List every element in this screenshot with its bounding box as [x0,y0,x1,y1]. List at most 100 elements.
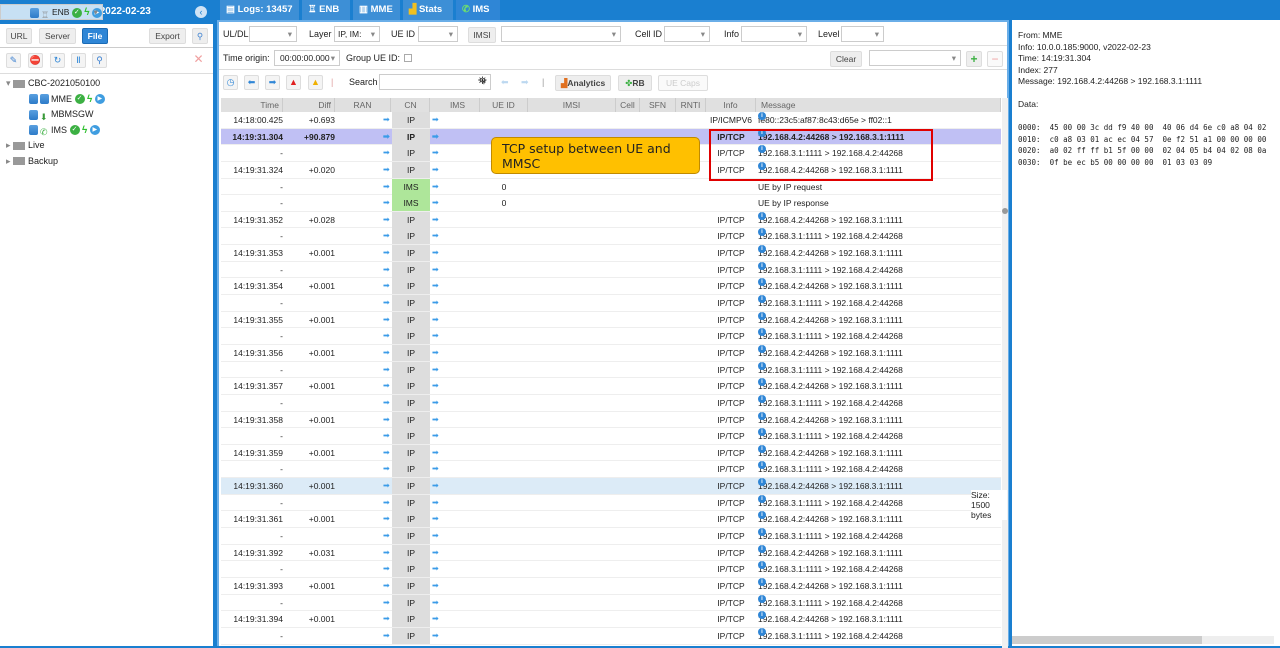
delete-icon[interactable]: ✕ [191,53,206,68]
tab-logs[interactable]: ▤ Logs: 13457 [220,0,299,20]
arrow-icon: ➡ [383,331,390,341]
table-row[interactable]: - ➡ IP ➡ IP/TCP i 192.168.3.1:1111 > 192.168.4… [221,261,1001,279]
table-row[interactable]: 14:19:31.394 +0.001 ➡ IP ➡ IP/TCP i 192.168.4.2… [221,611,1001,628]
wrench-icon[interactable]: ✎ [6,53,21,68]
play-icon[interactable]: ▶ [94,94,105,105]
horizontal-scrollbar[interactable] [1012,636,1274,644]
tree-node-live[interactable]: ▸ Live [0,138,213,154]
export-button[interactable]: Export [149,28,186,44]
url-button[interactable]: URL [6,28,32,44]
group-ue-id-checkbox[interactable] [404,54,412,62]
column-header-imsi[interactable]: IMSI [528,98,616,112]
search-input[interactable] [379,74,491,90]
ueid-select[interactable] [418,26,458,42]
table-row[interactable]: - ➡ IP ➡ IP/TCP i 192.168.3.1:1111 > 192.168.4… [221,528,1001,545]
column-header-ims[interactable]: IMS [436,98,480,112]
table-row[interactable]: 14:19:31.354 +0.001 ➡ IP ➡ IP/TCP i 192.168.4.2… [221,278,1001,296]
time-origin-input[interactable]: 00:00:00.000 [274,50,340,66]
pause-icon[interactable]: Ⅱ [71,53,86,68]
ue-caps-button[interactable]: UE Caps [658,75,708,91]
clock-icon[interactable]: ◷ [223,75,238,90]
arrow-left-icon[interactable]: ⬅ [244,75,259,90]
table-row[interactable]: - ➡ IMS ➡ 0 UE by IP response [221,195,1001,212]
tab-mme[interactable]: ▥ MME [353,0,400,20]
message-text: 192.168.3.1:1111 > 192.168.4.2:44268 [758,231,903,242]
table-row[interactable]: 14:19:31.359 +0.001 ➡ IP ➡ IP/TCP i 192.168.4.2… [221,444,1001,462]
table-row[interactable]: - ➡ IP ➡ IP/TCP i 192.168.3.1:1111 > 192.168.4… [221,627,1001,645]
tree-node-enb[interactable]: ♖ ENB ✓ ϟ ▶ [0,4,103,20]
imsi-select[interactable] [501,26,621,42]
column-header-ran[interactable]: RAN [335,98,391,112]
table-row[interactable]: 14:19:31.353 +0.001 ➡ IP ➡ IP/TCP i 192.168.4.2… [221,245,1001,262]
error-icon[interactable]: ▲ [286,75,301,90]
binoculars-icon[interactable]: ⛯ [478,75,487,88]
play-icon[interactable]: ▶ [89,125,100,136]
plug-icon[interactable]: ⚲ [92,53,107,68]
scrollbar[interactable] [1002,98,1008,648]
tree-node-mbmsgw[interactable]: ⬇ MBMSGW [0,107,213,123]
hex-line: 0030: 0f be ec b5 00 00 00 00 01 03 03 0… [1018,157,1213,167]
table-row[interactable]: - ➡ IP ➡ IP/TCP i 192.168.3.1:1111 > 192.168.4… [221,428,1001,445]
warning-icon[interactable]: ▲ [308,75,323,90]
refresh-icon[interactable]: ↻ [50,53,65,68]
column-header-cell[interactable]: Cell [616,98,640,112]
column-header-ue-id[interactable]: UE ID [480,98,528,112]
tree-node-ims[interactable]: ✆ IMS ✓ ϟ ▶ [0,123,213,139]
stop-icon[interactable]: ⛔ [28,53,43,68]
remove-icon[interactable]: − [987,51,1003,67]
table-row[interactable]: 14:18:00.425 +0.693 ➡ IP ➡ IP/ICMPV6 i fe80::23… [221,112,1001,129]
next-result-icon[interactable]: ➡ [521,77,529,88]
column-header-rnti[interactable]: RNTI [676,98,706,112]
table-row[interactable]: 14:19:31.355 +0.001 ➡ IP ➡ IP/TCP i 192.168.4.2… [221,311,1001,329]
column-header-message[interactable]: Message [758,98,1001,112]
add-icon[interactable]: + [966,51,982,67]
column-header-diff[interactable]: Diff [283,98,335,112]
clear-button[interactable]: Clear [830,51,862,67]
tree-node-mme[interactable]: MME ✓ ϟ ▶ [0,92,213,108]
table-row[interactable]: 14:19:31.356 +0.001 ➡ IP ➡ IP/TCP i 192.168.4.2… [221,344,1001,362]
layer-select[interactable]: IP, IM: [334,26,380,42]
table-row[interactable]: - ➡ IMS ➡ 0 UE by IP request [221,178,1001,196]
collapse-panel-icon[interactable]: ‹ [195,6,207,18]
column-header-info[interactable]: Info [706,98,756,112]
filter-preset-select[interactable] [869,50,961,66]
tree-node-backup[interactable]: ▸ Backup [0,154,213,170]
table-row[interactable]: - ➡ IP ➡ IP/TCP i 192.168.3.1:1111 > 192.168.4… [221,461,1001,479]
arrow-right-icon[interactable]: ➡ [265,75,280,90]
table-row[interactable]: - ➡ IP ➡ IP/TCP i 192.168.3.1:1111 > 192.168.4… [221,394,1001,412]
table-row[interactable]: - ➡ IP ➡ IP/TCP i 192.168.3.1:1111 > 192.168.4… [221,328,1001,345]
table-row[interactable]: 14:19:31.357 +0.001 ➡ IP ➡ IP/TCP i 192.168.4.2… [221,378,1001,395]
rb-button[interactable]: ✤RB [618,75,652,91]
imsi-button[interactable]: IMSI [468,27,496,43]
table-row[interactable]: 14:19:31.393 +0.001 ➡ IP ➡ IP/TCP i 192.168.4.2… [221,577,1001,595]
level-select[interactable] [841,26,884,42]
table-row[interactable]: 14:19:31.392 +0.031 ➡ IP ➡ IP/TCP i 192.168.4.2… [221,544,1001,562]
tree-node-root[interactable]: ▾ CBC-2021050100 [0,76,213,92]
tab-enb[interactable]: ♖ ENB [302,0,350,20]
play-icon[interactable]: ▶ [91,7,102,18]
table-row[interactable]: 14:19:31.361 +0.001 ➡ IP ➡ IP/TCP i 192.168.4.2… [221,511,1001,529]
info-select[interactable] [741,26,807,42]
table-row[interactable]: - ➡ IP ➡ IP/TCP i 192.168.3.1:1111 > 192.168.4… [221,361,1001,379]
uldl-select[interactable] [249,26,297,42]
connect-icon[interactable]: ⚲ [192,28,208,44]
analytics-button[interactable]: ▟Analytics [555,75,611,91]
table-row[interactable]: - ➡ IP ➡ IP/TCP i 192.168.3.1:1111 > 192.168.4… [221,494,1001,512]
column-header-sfn[interactable]: SFN [640,98,676,112]
table-row[interactable]: 14:19:31.360 +0.001 ➡ IP ➡ IP/TCP i 192.168.4.2… [221,478,1001,495]
cellid-select[interactable] [664,26,710,42]
table-row[interactable]: 14:19:31.352 +0.028 ➡ IP ➡ IP/TCP i 192.168.4.2… [221,211,1001,229]
cell-diff: +0.001 [308,580,335,591]
column-header-cn[interactable]: CN [392,98,430,112]
tab-ims[interactable]: ✆ IMS [456,0,500,20]
tab-stats[interactable]: ▟ Stats [403,0,453,20]
table-row[interactable]: - ➡ IP ➡ IP/TCP i 192.168.3.1:1111 > 192.168.4… [221,561,1001,578]
prev-result-icon[interactable]: ⬅ [501,77,509,88]
table-row[interactable]: 14:19:31.358 +0.001 ➡ IP ➡ IP/TCP i 192.168.4.2… [221,411,1001,429]
server-button[interactable]: Server [39,28,76,44]
table-row[interactable]: - ➡ IP ➡ IP/TCP i 192.168.3.1:1111 > 192.168.4… [221,228,1001,246]
table-row[interactable]: - ➡ IP ➡ IP/TCP i 192.168.3.1:1111 > 192.168.4… [221,594,1001,612]
column-header-time[interactable]: Time [221,98,283,112]
table-row[interactable]: - ➡ IP ➡ IP/TCP i 192.168.3.1:1111 > 192.168.4… [221,295,1001,312]
file-button[interactable]: File [82,28,108,44]
